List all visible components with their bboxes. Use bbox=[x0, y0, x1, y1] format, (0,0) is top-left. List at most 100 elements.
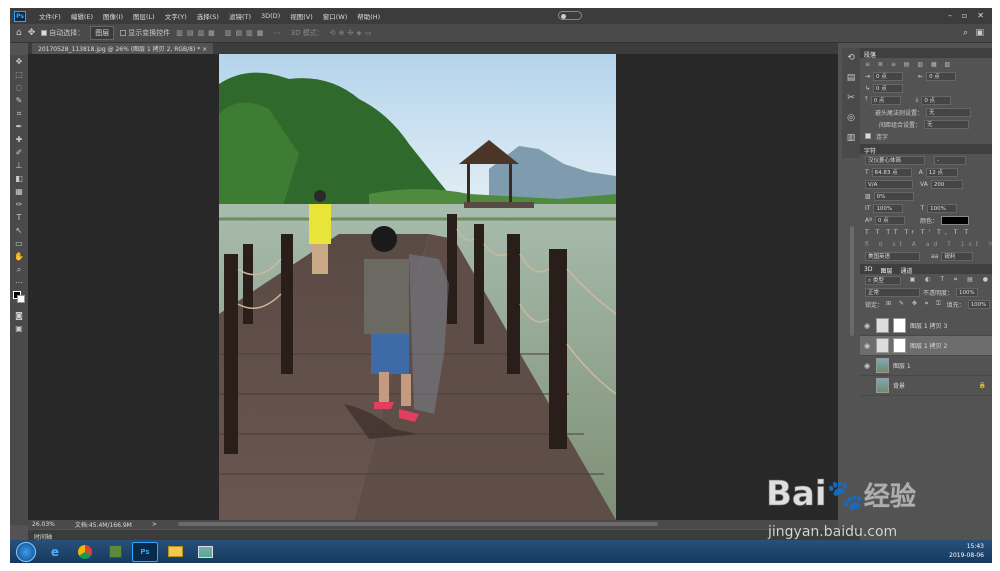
tab-layers[interactable]: 图层 bbox=[880, 266, 892, 275]
layer-row-background[interactable]: ◉ 背景 🔒 bbox=[860, 376, 992, 396]
opacity-field[interactable]: 100% bbox=[956, 287, 979, 297]
menu-filter[interactable]: 滤镜(T) bbox=[224, 11, 256, 21]
lock-icons[interactable]: ⊞ ✎ ✥ ⌗ ⚿ bbox=[886, 300, 944, 308]
faux-italic-icon[interactable]: T bbox=[876, 229, 884, 236]
superscript-icon[interactable]: T' bbox=[921, 229, 934, 236]
small-caps-icon[interactable]: Tr bbox=[905, 229, 918, 236]
lasso-tool-icon[interactable]: ◌ bbox=[10, 81, 28, 94]
menu-edit[interactable]: 编辑(E) bbox=[66, 11, 98, 21]
font-family-dropdown[interactable]: 汉仪菱心体简 bbox=[865, 155, 925, 165]
paragraph-panel-header[interactable]: 段落 bbox=[860, 48, 992, 59]
workspace-icon[interactable]: ▣ bbox=[975, 28, 984, 38]
crop-tool-icon[interactable]: ⌗ bbox=[10, 107, 28, 120]
minimize-button[interactable]: – bbox=[948, 11, 952, 20]
auto-select-checkbox[interactable]: 自动选择： bbox=[41, 28, 84, 38]
healing-brush-icon[interactable]: ✚ bbox=[10, 133, 28, 146]
menu-layer[interactable]: 图层(L) bbox=[128, 11, 160, 21]
layer-row-copy-2[interactable]: ◉ 图层 1 拷贝 2 bbox=[860, 336, 992, 356]
menu-view[interactable]: 视图(V) bbox=[285, 11, 318, 21]
space-before-field[interactable]: 0 点 bbox=[870, 95, 901, 105]
antialias-dropdown[interactable]: 锐利 bbox=[941, 251, 974, 261]
workspace-toggle[interactable] bbox=[558, 11, 582, 20]
menu-3d[interactable]: 3D(D) bbox=[256, 12, 285, 20]
eyedropper-icon[interactable]: ✒ bbox=[10, 120, 28, 133]
more-tools-icon[interactable]: ⋯ bbox=[10, 276, 28, 289]
photoshop-taskbar-icon[interactable]: Ps bbox=[132, 541, 158, 562]
glyph-buttons[interactable]: T T TT Tr T' T, T T bbox=[860, 226, 992, 238]
character-panel-header[interactable]: 字符 bbox=[860, 144, 992, 155]
properties-icon[interactable]: ◎ bbox=[842, 108, 860, 128]
clone-stamp-icon[interactable]: ⊥ bbox=[10, 159, 28, 172]
avoid-dropdown[interactable]: 无 bbox=[926, 107, 972, 117]
zoom-level[interactable]: 26.03% bbox=[32, 521, 55, 528]
quick-select-icon[interactable]: ✎ bbox=[10, 94, 28, 107]
gradient-icon[interactable]: ▦ bbox=[10, 185, 28, 198]
subscript-icon[interactable]: T, bbox=[937, 229, 951, 236]
document-info[interactable]: 文档:45.4M/166.9M bbox=[75, 520, 132, 529]
filter-icons[interactable]: ▣ ◐ T ⌗ ▤ ● bbox=[910, 276, 992, 284]
indent-left-field[interactable]: 0 点 bbox=[873, 71, 904, 81]
menu-file[interactable]: 文件(F) bbox=[34, 11, 66, 21]
document-image[interactable] bbox=[219, 54, 616, 520]
brush-settings-icon[interactable]: ▤ bbox=[842, 68, 860, 88]
move-tool-icon[interactable]: ✥ bbox=[28, 28, 36, 38]
first-line-field[interactable]: 0 点 bbox=[873, 83, 904, 93]
text-color-swatch[interactable] bbox=[940, 215, 969, 225]
close-button[interactable]: ✕ bbox=[977, 11, 984, 20]
type-tool-icon[interactable]: T bbox=[10, 211, 28, 224]
clock-date[interactable]: 2019-08-06 bbox=[949, 551, 984, 560]
transform-controls-checkbox[interactable]: 显示变换控件 bbox=[120, 28, 170, 38]
search-icon[interactable]: ⌕ bbox=[963, 28, 968, 38]
menu-window[interactable]: 窗口(W) bbox=[318, 11, 353, 21]
shape-tool-icon[interactable]: ▭ bbox=[10, 237, 28, 250]
path-select-icon[interactable]: ↖ bbox=[10, 224, 28, 237]
kerning-field[interactable]: V/A bbox=[865, 179, 913, 189]
vertical-scrollbar[interactable] bbox=[850, 226, 854, 336]
hscale-field[interactable]: 100% bbox=[927, 203, 958, 213]
eye-icon[interactable]: ◉ bbox=[864, 342, 872, 350]
status-arrow-icon[interactable]: > bbox=[152, 521, 157, 528]
marquee-tool-icon[interactable]: ⬚ bbox=[10, 68, 28, 81]
pen-tool-icon[interactable]: ✑ bbox=[10, 198, 28, 211]
faux-bold-icon[interactable]: T bbox=[865, 229, 873, 236]
eye-hidden-icon[interactable]: ◉ bbox=[864, 382, 872, 390]
brush-tool-icon[interactable]: ✐ bbox=[10, 146, 28, 159]
maximize-button[interactable]: ▫ bbox=[962, 11, 967, 20]
image-viewer-icon[interactable] bbox=[192, 542, 218, 562]
fill-field[interactable]: 100% bbox=[967, 299, 990, 309]
indent-right-field[interactable]: 0 点 bbox=[926, 71, 957, 81]
menu-type[interactable]: 文字(Y) bbox=[160, 11, 192, 21]
all-caps-icon[interactable]: TT bbox=[886, 229, 901, 236]
baseline-field[interactable]: 0 点 bbox=[874, 215, 905, 225]
scale-pct-field[interactable]: 0% bbox=[873, 191, 914, 201]
explorer-icon[interactable] bbox=[162, 542, 188, 562]
tracking-field[interactable]: 200 bbox=[930, 179, 963, 189]
quick-mask-icon[interactable]: ◙ bbox=[10, 309, 28, 322]
auto-select-dropdown[interactable]: 图层 bbox=[90, 26, 115, 40]
tab-channels[interactable]: 通道 bbox=[900, 266, 912, 275]
move-tool-icon[interactable]: ✥ bbox=[10, 55, 28, 68]
tab-3d[interactable]: 3D bbox=[864, 266, 872, 273]
clock-time[interactable]: 15:43 bbox=[949, 542, 984, 551]
menu-image[interactable]: 图像(I) bbox=[98, 11, 128, 21]
align-icons[interactable]: ▥▤▥▦ ▥▤▥▦ ⋯ bbox=[176, 29, 284, 37]
align-buttons[interactable]: ≡ ≣ ≡ ▤ ▥ ▦ ▧ bbox=[860, 58, 992, 70]
menu-select[interactable]: 选择(S) bbox=[192, 11, 224, 21]
minecraft-icon[interactable] bbox=[102, 542, 128, 562]
eye-icon[interactable]: ◉ bbox=[864, 362, 872, 370]
layer-filter-dropdown[interactable]: ⌕ 类型 bbox=[865, 275, 901, 285]
eye-icon[interactable]: ◉ bbox=[864, 322, 872, 330]
font-style-dropdown[interactable]: - bbox=[934, 155, 966, 165]
tool-presets-icon[interactable]: ✂ bbox=[842, 88, 860, 108]
horizontal-scrollbar[interactable] bbox=[178, 522, 658, 526]
canvas-area[interactable] bbox=[28, 54, 854, 520]
hand-tool-icon[interactable]: ✋ bbox=[10, 250, 28, 263]
font-size-field[interactable]: 64.83 点 bbox=[871, 167, 912, 177]
underline-icon[interactable]: T bbox=[954, 229, 962, 236]
vscale-field[interactable]: 100% bbox=[873, 203, 904, 213]
blend-mode-dropdown[interactable]: 正常 bbox=[865, 287, 920, 297]
zoom-tool-icon[interactable]: ⌕ bbox=[10, 263, 28, 276]
chrome-icon[interactable] bbox=[72, 542, 98, 562]
history-icon[interactable]: ⟲ bbox=[842, 48, 860, 68]
screen-mode-icon[interactable]: ▣ bbox=[10, 322, 28, 335]
